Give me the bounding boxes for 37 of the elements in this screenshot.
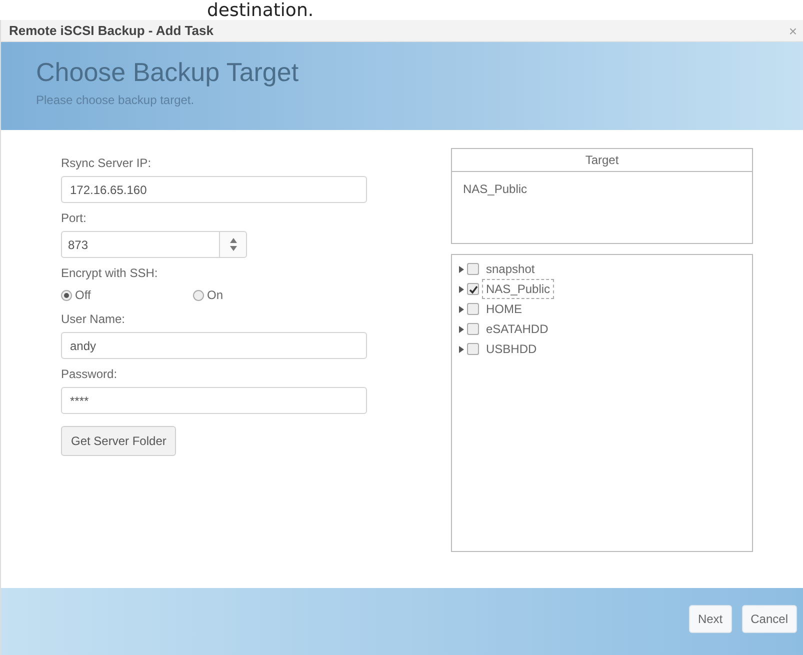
field-label: Password: (61, 366, 118, 383)
radio-option[interactable]: On (193, 286, 325, 304)
port-field[interactable]: 873 (61, 231, 219, 258)
field-label: Rsync Server IP: (61, 155, 152, 172)
expand-arrow-icon[interactable] (458, 306, 464, 312)
expand-arrow-icon[interactable] (458, 286, 464, 292)
checkbox[interactable] (467, 323, 479, 335)
field-label: User Name: (61, 311, 126, 328)
checkbox[interactable] (467, 343, 479, 355)
spinner-button[interactable] (219, 231, 247, 258)
field-label: Encrypt with SSH: (61, 265, 159, 282)
target-value: NAS_Public (462, 181, 528, 198)
spinner-arrows-icon[interactable] (230, 238, 236, 251)
field-label: Port: (61, 210, 88, 227)
folder-item[interactable]: snapshot (482, 259, 539, 279)
expand-arrow-icon[interactable] (458, 346, 464, 352)
target-heading: Target (452, 149, 752, 172)
folder-item[interactable]: USBHDD (482, 339, 541, 359)
user-name-field[interactable]: andy (61, 332, 367, 359)
folder-item[interactable]: HOME (482, 299, 526, 319)
footer-button[interactable]: Next (688, 604, 732, 632)
footer-button[interactable]: Cancel (742, 604, 797, 632)
caption-text: destination. (207, 2, 314, 20)
window-title: Remote iSCSI Backup - Add Task (9, 22, 214, 40)
folder-item[interactable]: NAS_Public (482, 279, 554, 299)
get-server-folder-button[interactable]: Get Server Folder (61, 426, 176, 456)
password-field[interactable]: **** (61, 387, 367, 414)
server-ip-field[interactable]: 172.16.65.160 (61, 176, 367, 203)
page-heading: Choose Backup Target (36, 58, 300, 87)
checkbox[interactable] (467, 303, 479, 315)
expand-arrow-icon[interactable] (458, 266, 464, 272)
radio-option[interactable]: Off (61, 286, 193, 304)
expand-arrow-icon[interactable] (458, 326, 464, 332)
folder-item[interactable]: eSATAHDD (482, 319, 552, 339)
checkbox[interactable] (467, 283, 479, 295)
page-subtitle: Please choose backup target. (36, 92, 196, 109)
checkbox[interactable] (467, 263, 479, 275)
